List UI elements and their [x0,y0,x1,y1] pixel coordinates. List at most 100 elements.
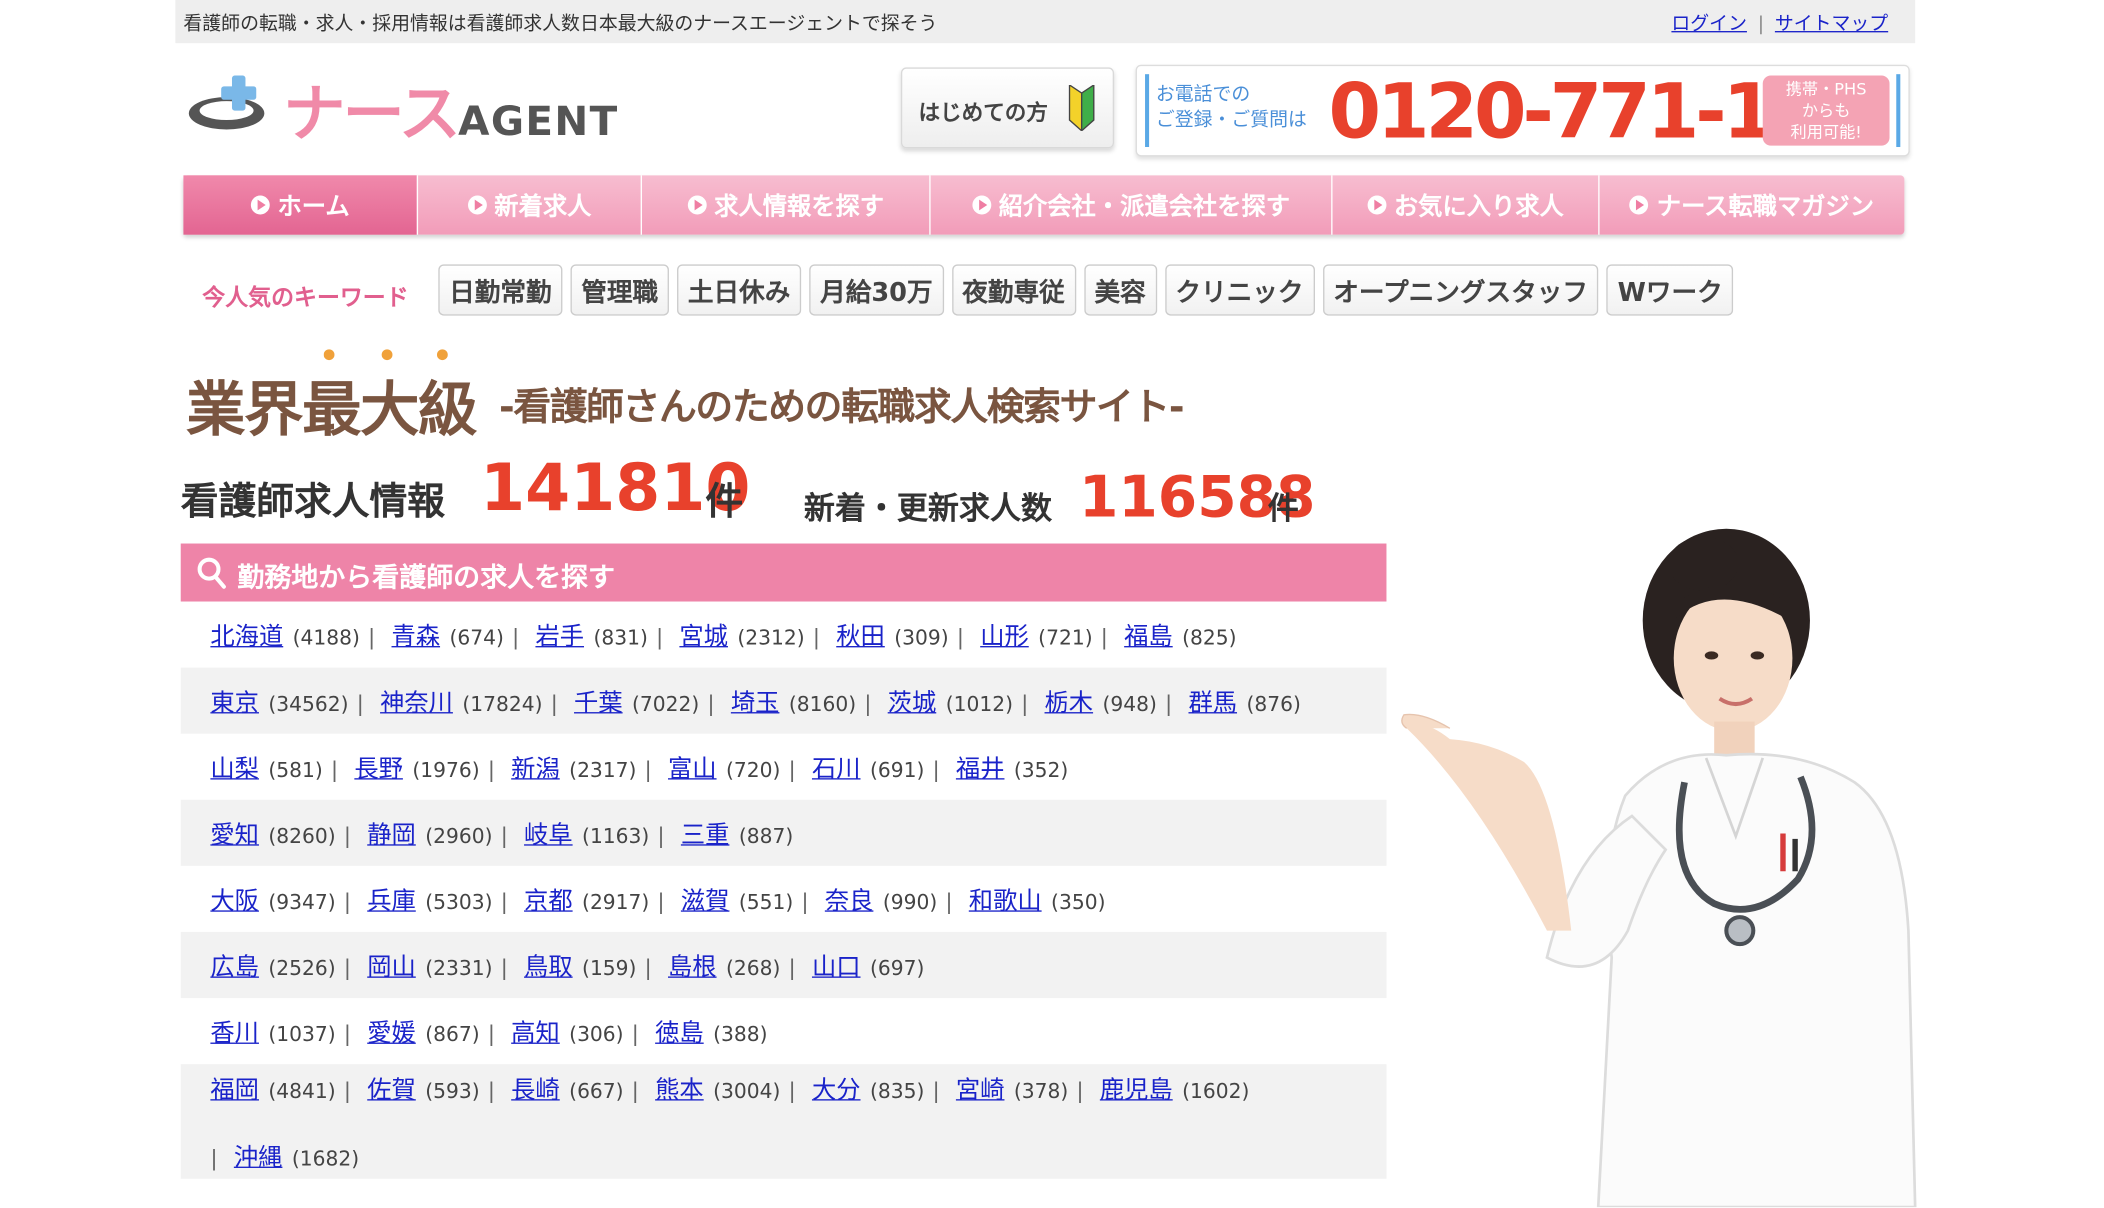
prefecture-count: (159) [582,955,637,980]
keyword-button[interactable]: 日勤常勤 [438,264,563,316]
keyword-button[interactable]: 管理職 [570,264,669,316]
prefecture-item: 神奈川 (17824) | [380,683,574,718]
separator: | [932,1076,940,1103]
prefecture-count: (5303) [425,889,493,914]
prefecture-link[interactable]: 愛媛 [367,1014,416,1049]
prefecture-link[interactable]: 茨城 [888,683,937,718]
nav-home[interactable]: ホーム [183,175,419,235]
prefecture-link[interactable]: 沖縄 [234,1138,283,1173]
prefecture-item: 京都 (2917) | [524,881,681,916]
sitemap-link[interactable]: サイトマップ [1775,13,1888,35]
prefecture-link[interactable]: 長野 [354,749,403,784]
nav-new-jobs[interactable]: 新着求人 [418,175,642,235]
separator: | [788,1076,796,1103]
region-row: 大阪 (9347) | 兵庫 (5303) | 京都 (2917) | 滋賀 (551) | 奈良 (99… [181,866,1387,932]
prefecture-link[interactable]: 岡山 [367,947,416,982]
beginner-mark-icon [1068,84,1095,131]
prefecture-item: | 沖縄 (1682) [210,1138,359,1173]
prefecture-link[interactable]: 和歌山 [969,881,1042,916]
prefecture-link[interactable]: 広島 [210,947,259,982]
nav-agencies[interactable]: 紹介会社・派遣会社を探す [931,175,1333,235]
prefecture-link[interactable]: 新潟 [511,749,560,784]
prefecture-link[interactable]: 鹿児島 [1100,1070,1173,1105]
arrow-circle-icon [467,195,487,215]
prefecture-link[interactable]: 高知 [511,1014,560,1049]
prefecture-link[interactable]: 徳島 [655,1014,704,1049]
separator: | [956,623,965,650]
prefecture-link[interactable]: 富山 [668,749,717,784]
top-bar: 看護師の転職・求人・採用情報は看護師求人数日本最大級のナースエージェントで探そう… [175,0,1916,44]
prefecture-link[interactable]: 京都 [524,881,573,916]
prefecture-item: 岡山 (2331) | [367,947,524,982]
prefecture-link[interactable]: 千葉 [574,683,623,718]
top-links: ログイン | サイトマップ [1671,9,1888,36]
prefecture-link[interactable]: 山形 [980,617,1029,652]
keyword-button[interactable]: Wワーク [1606,264,1734,316]
prefecture-link[interactable]: 福島 [1124,617,1173,652]
separator: | [707,689,715,716]
prefecture-link[interactable]: 神奈川 [380,683,453,718]
prefecture-link[interactable]: 福井 [956,749,1005,784]
separator: | [500,954,508,980]
prefecture-link[interactable]: 大分 [812,1070,861,1105]
prefecture-count: (581) [268,757,323,782]
region-row: 福岡 (4841) | 佐賀 (593) | 長崎 (667) | 熊本 (3004) | 大分 (835… [180,1064,1387,1179]
prefecture-link[interactable]: 奈良 [825,881,874,916]
popular-keywords: 日勤常勤 管理職 土日休み 月給30万 夜勤専従 美容 クリニック オープニング… [438,264,1734,316]
prefecture-item: 東京 (34562) | [210,683,380,718]
nav-search-jobs[interactable]: 求人情報を探す [642,175,931,235]
prefecture-link[interactable]: 島根 [668,947,717,982]
headline-main: 業界最大級 [186,376,477,446]
prefecture-link[interactable]: 静岡 [367,815,416,850]
nav-magazine[interactable]: ナース転職マガジン [1600,175,1905,234]
prefecture-link[interactable]: 宮崎 [956,1070,1005,1105]
prefecture-link[interactable]: 香川 [210,1014,259,1049]
separator: | [945,888,953,914]
keyword-button[interactable]: オープニングスタッフ [1322,264,1599,316]
prefecture-link[interactable]: 佐賀 [367,1070,416,1105]
site-logo[interactable]: ナースAGENT [186,65,617,150]
keyword-button[interactable]: 土日休み [677,264,802,316]
prefecture-link[interactable]: 岩手 [535,617,584,652]
prefecture-link[interactable]: 三重 [681,815,730,850]
prefecture-link[interactable]: 青森 [392,617,441,652]
prefecture-link[interactable]: 東京 [210,683,259,718]
prefecture-link[interactable]: 群馬 [1188,683,1237,718]
area-search-header: 勤務地から看護師の求人を探す [180,543,1387,602]
prefecture-link[interactable]: 滋賀 [681,881,730,916]
keyword-button[interactable]: 月給30万 [809,264,944,316]
phone-banner[interactable]: お電話での ご登録・ご質問は 0120-771-173 携帯・PHS からも 利… [1135,64,1910,157]
prefecture-link[interactable]: 山口 [812,947,861,982]
prefecture-count: (2960) [425,823,493,848]
prefecture-link[interactable]: 秋田 [836,617,885,652]
prefecture-count: (831) [593,625,648,650]
prefecture-item: 千葉 (7022) | [574,683,731,718]
prefecture-link[interactable]: 宮城 [679,617,728,652]
prefecture-link[interactable]: 大阪 [210,881,259,916]
prefecture-link[interactable]: 長崎 [511,1070,560,1105]
nav-favorites[interactable]: お気に入り求人 [1333,175,1600,235]
prefecture-link[interactable]: 愛知 [210,815,259,850]
keyword-button[interactable]: クリニック [1164,264,1315,316]
beginner-button[interactable]: はじめての方 [900,67,1115,149]
keyword-button[interactable]: 夜勤専従 [951,264,1076,316]
prefecture-count: (8260) [268,823,336,848]
prefecture-link[interactable]: 埼玉 [731,683,780,718]
separator: | [864,689,872,716]
prefecture-link[interactable]: 鳥取 [524,947,573,982]
prefecture-link[interactable]: 山梨 [210,749,259,784]
login-link[interactable]: ログイン [1671,13,1747,35]
prefecture-link[interactable]: 熊本 [655,1070,704,1105]
separator: | [330,755,339,782]
prefecture-link[interactable]: 石川 [812,749,861,784]
keyword-button[interactable]: 美容 [1083,264,1157,316]
prefecture-link[interactable]: 兵庫 [367,881,416,916]
prefecture-item: 栃木 (948) | [1045,683,1189,718]
prefecture-link[interactable]: 福岡 [210,1070,259,1105]
prefecture-item: 山形 (721) | [980,617,1124,652]
prefecture-link[interactable]: 栃木 [1045,683,1094,718]
prefecture-link[interactable]: 北海道 [210,617,283,652]
prefecture-item: 滋賀 (551) | [681,881,825,916]
prefecture-link[interactable]: 岐阜 [524,815,573,850]
arrow-circle-icon [1629,195,1649,215]
